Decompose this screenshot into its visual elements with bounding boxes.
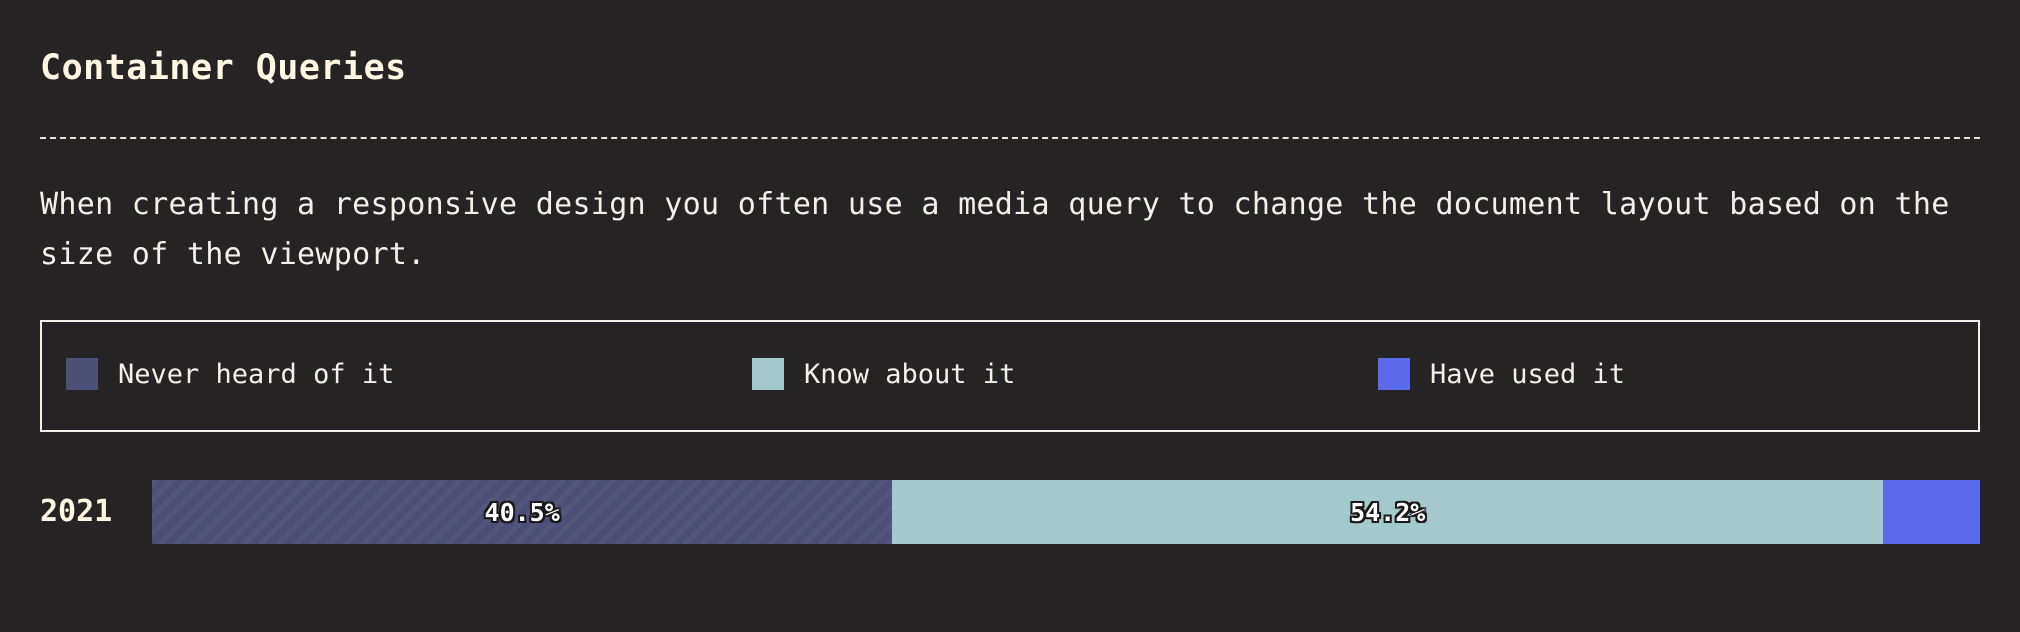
bar-segment-used[interactable] bbox=[1883, 480, 1980, 544]
legend-label-know-about: Know about it bbox=[804, 358, 1016, 390]
legend-label-have-used: Have used it bbox=[1430, 358, 1626, 390]
stacked-bar-2021: 40.5% 54.2% bbox=[152, 480, 1980, 544]
bar-label-never: 40.5% bbox=[484, 497, 560, 527]
legend-swatch-have-used bbox=[1378, 358, 1410, 390]
chart-description: When creating a responsive design you of… bbox=[40, 187, 1950, 272]
bar-segment-know[interactable]: 54.2% bbox=[892, 480, 1884, 544]
legend-item-never-heard[interactable]: Never heard of it bbox=[66, 358, 394, 390]
row-label-2021: 2021 bbox=[40, 494, 113, 529]
legend-item-have-used[interactable]: Have used it bbox=[1378, 358, 1625, 390]
bar-label-know: 54.2% bbox=[1350, 497, 1426, 527]
legend-swatch-never-heard bbox=[66, 358, 98, 390]
title-divider bbox=[40, 137, 1980, 139]
legend-swatch-know-about bbox=[752, 358, 784, 390]
bar-segment-never[interactable]: 40.5% bbox=[152, 480, 893, 544]
chart-legend: Never heard of it Know about it Have use… bbox=[40, 320, 1980, 432]
chart-title: Container Queries bbox=[40, 48, 407, 88]
legend-item-know-about[interactable]: Know about it bbox=[752, 358, 1015, 390]
legend-label-never-heard: Never heard of it bbox=[118, 358, 395, 390]
